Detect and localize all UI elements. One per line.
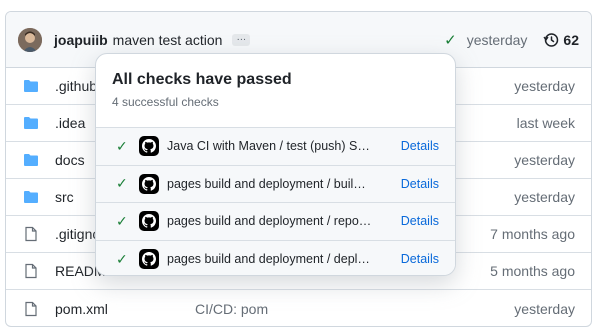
folder-icon	[24, 117, 38, 129]
check-icon: ✓	[116, 212, 128, 229]
check-item: ✓ pages build and deployment / depl… Det…	[96, 241, 455, 276]
file-name[interactable]: docs	[55, 152, 85, 168]
file-age: yesterday	[514, 78, 575, 94]
file-name[interactable]: .github	[55, 78, 97, 94]
file-icon	[25, 226, 37, 242]
check-icon: ✓	[116, 175, 128, 192]
file-age: 5 months ago	[490, 263, 575, 279]
check-details-link[interactable]: Details	[401, 214, 439, 228]
history-icon	[543, 33, 559, 47]
commit-count: 62	[563, 32, 579, 48]
file-name[interactable]: .idea	[55, 115, 85, 131]
folder-icon	[24, 191, 38, 203]
github-icon	[139, 136, 159, 157]
check-item: ✓ pages build and deployment / repo… Det…	[96, 203, 455, 241]
checks-title: All checks have passed	[112, 71, 292, 88]
check-icon[interactable]: ✓	[444, 31, 457, 49]
checks-list: ✓ Java CI with Maven / test (push) S… De…	[96, 127, 455, 276]
check-details-link[interactable]: Details	[401, 139, 439, 153]
check-icon: ✓	[116, 250, 128, 267]
file-row[interactable]: pom.xml CI/CD: pom yesterday	[6, 290, 591, 326]
file-age: yesterday	[514, 300, 575, 317]
check-details-link[interactable]: Details	[401, 252, 439, 266]
file-icon	[25, 263, 37, 279]
check-icon: ✓	[116, 137, 128, 154]
file-commit-message[interactable]: CI/CD: pom	[195, 301, 268, 317]
check-label: pages build and deployment / buil…	[167, 176, 366, 191]
file-age: 7 months ago	[490, 226, 575, 242]
check-label: pages build and deployment / repo…	[167, 214, 372, 229]
folder-icon	[24, 80, 38, 92]
commit-history-link[interactable]: 62	[543, 32, 579, 48]
file-age: last week	[516, 115, 575, 131]
folder-icon	[24, 154, 38, 166]
avatar[interactable]	[18, 27, 42, 52]
file-name[interactable]: src	[55, 189, 74, 205]
github-icon	[139, 249, 159, 270]
checks-subtitle: 4 successful checks	[112, 95, 219, 109]
commit-time[interactable]: yesterday	[467, 32, 528, 48]
github-icon	[139, 211, 159, 232]
check-label: pages build and deployment / depl…	[167, 252, 370, 267]
github-icon	[139, 173, 159, 194]
file-age: yesterday	[514, 152, 575, 168]
commit-meta: ✓ yesterday 62	[444, 12, 579, 68]
check-details-link[interactable]: Details	[401, 177, 439, 191]
file-icon	[25, 301, 37, 316]
file-age: yesterday	[514, 189, 575, 205]
expand-message-button[interactable]: …	[232, 32, 251, 46]
check-item: ✓ pages build and deployment / buil… Det…	[96, 166, 455, 203]
checks-popover: All checks have passed 4 successful chec…	[95, 53, 456, 276]
file-name[interactable]: pom.xml	[55, 301, 108, 317]
check-label: Java CI with Maven / test (push) S…	[167, 139, 370, 154]
commit-author[interactable]: joapuiib	[54, 32, 108, 48]
commit-message[interactable]: maven test action	[113, 32, 223, 48]
checks-summary: All checks have passed 4 successful chec…	[96, 54, 455, 127]
check-item: ✓ Java CI with Maven / test (push) S… De…	[96, 128, 455, 166]
